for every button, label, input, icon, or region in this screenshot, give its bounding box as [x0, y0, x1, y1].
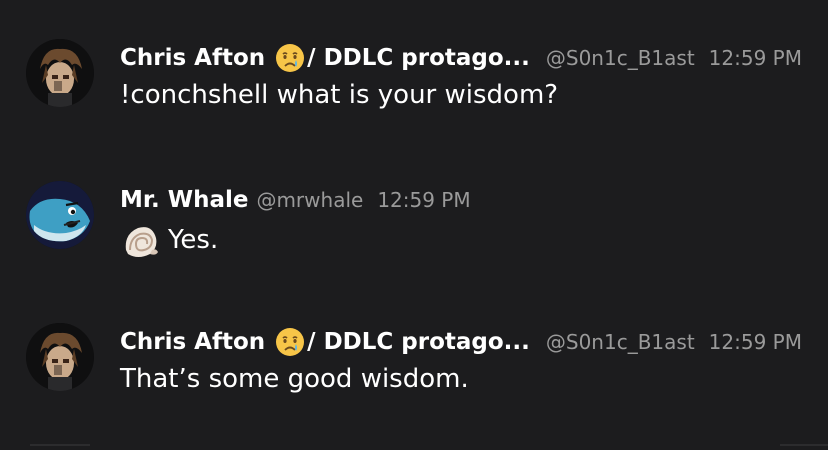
- message-text: Yes.: [168, 225, 219, 255]
- spiral-shell-emoji-icon: [125, 227, 158, 257]
- username[interactable]: @mrwhale: [256, 188, 363, 212]
- display-name[interactable]: Mr. Whale: [120, 187, 248, 213]
- user-avatar[interactable]: [26, 323, 94, 391]
- chat-message-list: Chris Afton / DDLC protago... @S0n1c_B1a…: [0, 0, 828, 450]
- display-name-suffix: / DDLC protago...: [307, 45, 530, 71]
- display-name-suffix: / DDLC protago...: [307, 329, 530, 355]
- display-name[interactable]: Chris Afton / DDLC protago...: [120, 43, 530, 73]
- message-header: Chris Afton / DDLC protago... @S0n1c_B1a…: [120, 326, 802, 358]
- message-content: Yes.: [120, 220, 218, 260]
- divider: [30, 444, 90, 446]
- brown-haired-character-avatar-icon: [26, 39, 94, 107]
- chat-message: Chris Afton / DDLC protago... @S0n1c_B1a…: [0, 320, 828, 410]
- display-name-text: Mr. Whale: [120, 187, 249, 213]
- message-content: That’s some good wisdom.: [120, 364, 469, 394]
- display-name-text: Chris Afton: [120, 329, 266, 355]
- crying-face-emoji-icon: [276, 44, 305, 72]
- username[interactable]: @S0n1c_B1ast: [546, 330, 695, 354]
- chat-message: Chris Afton / DDLC protago... @S0n1c_B1a…: [0, 36, 828, 126]
- message-content: !conchshell what is your wisdom?: [120, 80, 558, 110]
- message-header: Chris Afton / DDLC protago... @S0n1c_B1a…: [120, 42, 802, 74]
- chat-message: Mr. Whale @mrwhale 12:59 PM Yes.: [0, 178, 828, 268]
- display-name-text: Chris Afton: [120, 45, 266, 71]
- username[interactable]: @S0n1c_B1ast: [546, 46, 695, 70]
- divider: [780, 444, 828, 446]
- message-header: Mr. Whale @mrwhale 12:59 PM: [120, 184, 471, 216]
- brown-haired-character-avatar-icon: [26, 323, 94, 391]
- message-text: That’s some good wisdom.: [120, 364, 469, 394]
- timestamp: 12:59 PM: [708, 46, 802, 70]
- blue-whale-avatar-icon: [26, 181, 94, 249]
- timestamp: 12:59 PM: [377, 188, 471, 212]
- crying-face-emoji-icon: [276, 328, 305, 356]
- message-text: !conchshell what is your wisdom?: [120, 80, 559, 110]
- user-avatar[interactable]: [26, 39, 94, 107]
- timestamp: 12:59 PM: [708, 330, 802, 354]
- bot-avatar[interactable]: [26, 181, 94, 249]
- display-name[interactable]: Chris Afton / DDLC protago...: [120, 327, 530, 357]
